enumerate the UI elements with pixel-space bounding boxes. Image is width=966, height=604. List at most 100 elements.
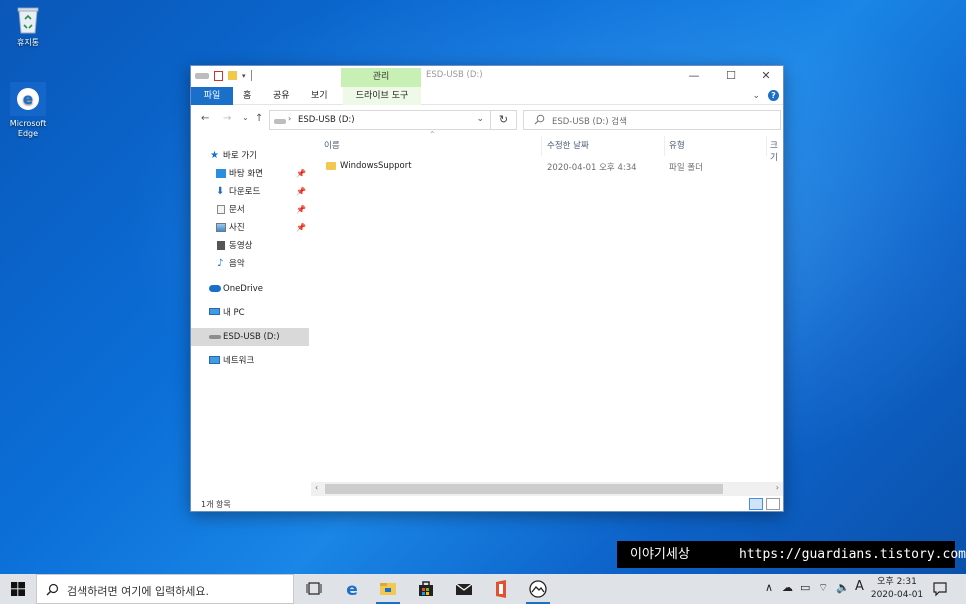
- tab-home[interactable]: 홈: [237, 87, 257, 105]
- horizontal-scrollbar[interactable]: ‹ ›: [311, 482, 783, 496]
- taskbar-search-placeholder: 검색하려면 여기에 입력하세요.: [67, 585, 210, 598]
- nav-music-label: 음악: [229, 259, 245, 269]
- navigation-pane: ★ 바로 가기 바탕 화면 📌 ⬇ 다운로드 📌 문서 📌 사진 📌 동영상 ♪…: [191, 136, 309, 491]
- table-row[interactable]: WindowsSupport 2020-04-01 오후 4:34 파일 폴더: [321, 160, 781, 174]
- ribbon-tabs: 파일 홈 공유 보기 드라이브 도구 ⌄ ?: [191, 87, 783, 105]
- pin-icon: 📌: [296, 187, 306, 196]
- star-icon: ★: [210, 150, 219, 161]
- onedrive-tray-icon[interactable]: ☁: [782, 581, 793, 594]
- watermark: 이야기세상 https://guardians.tistory.com: [617, 541, 966, 568]
- usb-drive-icon: [209, 335, 221, 339]
- close-button[interactable]: ✕: [749, 68, 783, 84]
- clock[interactable]: 오후 2:31 2020-04-01: [868, 576, 926, 602]
- office-taskbar-icon[interactable]: [489, 578, 513, 600]
- properties-icon[interactable]: [214, 70, 223, 81]
- qat-dropdown-icon[interactable]: ▾: [242, 72, 246, 80]
- nav-quick-access-label: 바로 가기: [223, 151, 257, 161]
- file-explorer-taskbar-icon[interactable]: [376, 578, 400, 604]
- edge-taskbar-icon[interactable]: e: [340, 578, 364, 600]
- search-box[interactable]: ESD-USB (D:) 검색: [523, 110, 781, 130]
- column-name[interactable]: 이름: [324, 139, 340, 151]
- store-taskbar-icon[interactable]: [414, 578, 438, 600]
- nav-quick-access[interactable]: ★ 바로 가기: [191, 147, 309, 165]
- nav-pictures[interactable]: 사진 📌: [191, 219, 309, 237]
- column-type[interactable]: 유형: [669, 139, 685, 151]
- details-view-icon[interactable]: [749, 498, 763, 510]
- windows-logo-icon: [11, 582, 25, 596]
- back-icon[interactable]: ←: [201, 113, 209, 124]
- expand-ribbon-icon[interactable]: ⌄: [752, 91, 760, 101]
- manage-context-tab[interactable]: 관리: [341, 68, 421, 87]
- tab-file[interactable]: 파일: [191, 87, 233, 105]
- column-divider[interactable]: [541, 136, 542, 156]
- search-icon: [46, 583, 59, 596]
- taskbar-search[interactable]: 검색하려면 여기에 입력하세요.: [36, 574, 294, 604]
- address-dropdown-icon[interactable]: ⌄: [476, 114, 484, 124]
- recent-dropdown-icon[interactable]: ⌄: [242, 113, 249, 122]
- column-divider[interactable]: [766, 136, 767, 156]
- nav-usb-drive[interactable]: ESD-USB (D:): [191, 328, 309, 346]
- title-bar: ▾ 관리 ESD-USB (D:) — ☐ ✕: [191, 66, 783, 87]
- photos-taskbar-icon[interactable]: [526, 578, 550, 604]
- new-folder-icon[interactable]: [228, 71, 237, 80]
- address-bar[interactable]: › ESD-USB (D:) ⌄: [269, 110, 491, 130]
- scroll-right-icon[interactable]: ›: [776, 483, 779, 492]
- nav-downloads[interactable]: ⬇ 다운로드 📌: [191, 183, 309, 201]
- tab-drive-tools[interactable]: 드라이브 도구: [343, 87, 421, 105]
- nav-documents[interactable]: 문서 📌: [191, 201, 309, 219]
- address-path: ESD-USB (D:): [298, 115, 355, 125]
- watermark-url: https://guardians.tistory.com: [739, 547, 966, 562]
- help-icon[interactable]: ?: [768, 90, 779, 101]
- file-date: 2020-04-01 오후 4:34: [547, 163, 637, 173]
- breadcrumb-chevron-icon[interactable]: ›: [288, 114, 291, 123]
- file-list: ⌃ 이름 수정한 날짜 유형 크기 WindowsSupport 2020-04…: [311, 130, 783, 482]
- large-icons-view-icon[interactable]: [766, 498, 780, 510]
- refresh-button[interactable]: ↻: [491, 110, 517, 130]
- nav-music[interactable]: ♪ 음악: [191, 255, 309, 273]
- forward-icon[interactable]: →: [223, 113, 231, 124]
- network-tray-icon[interactable]: ⌔: [818, 581, 828, 595]
- show-hidden-icons-icon[interactable]: ∧: [765, 581, 773, 594]
- recycle-bin-icon: [17, 7, 39, 34]
- edge-label: Microsoft Edge: [9, 119, 47, 138]
- notification-icon[interactable]: [932, 581, 948, 597]
- battery-tray-icon[interactable]: ▭: [800, 581, 810, 594]
- recycle-bin-label: 휴지통: [16, 38, 40, 47]
- task-view-icon[interactable]: [302, 578, 326, 600]
- nav-downloads-label: 다운로드: [229, 187, 261, 197]
- ribbon-right: ⌄ ?: [752, 90, 779, 101]
- tab-view[interactable]: 보기: [305, 87, 334, 105]
- scrollbar-thumb[interactable]: [325, 484, 723, 494]
- nav-desktop[interactable]: 바탕 화면 📌: [191, 165, 309, 183]
- svg-text:e: e: [23, 90, 33, 108]
- nav-this-pc[interactable]: 내 PC: [191, 304, 309, 322]
- ime-indicator[interactable]: A: [855, 579, 864, 594]
- nav-network[interactable]: 네트워크: [191, 352, 309, 370]
- volume-muted-icon[interactable]: 🔈: [836, 581, 850, 594]
- search-placeholder: ESD-USB (D:) 검색: [552, 117, 627, 127]
- nav-videos[interactable]: 동영상: [191, 237, 309, 255]
- scroll-left-icon[interactable]: ‹: [315, 483, 318, 492]
- mail-taskbar-icon[interactable]: [452, 578, 476, 600]
- tab-share[interactable]: 공유: [267, 87, 296, 105]
- edge-desktop-icon[interactable]: e Microsoft Edge: [0, 82, 56, 139]
- document-icon: [217, 205, 225, 214]
- computer-icon: [209, 308, 220, 315]
- pictures-icon: [216, 223, 226, 232]
- nav-videos-label: 동영상: [229, 241, 253, 251]
- edge-icon: e: [10, 82, 46, 116]
- start-button[interactable]: [0, 574, 36, 604]
- nav-onedrive[interactable]: OneDrive: [191, 280, 309, 298]
- file-explorer-window: ▾ 관리 ESD-USB (D:) — ☐ ✕ 파일 홈 공유 보기 드라이브 …: [190, 65, 784, 512]
- nav-this-pc-label: 내 PC: [223, 308, 245, 318]
- recycle-bin-desktop-icon[interactable]: 휴지통: [0, 5, 56, 48]
- up-icon[interactable]: ↑: [255, 113, 263, 124]
- minimize-button[interactable]: —: [677, 68, 711, 84]
- column-divider[interactable]: [664, 136, 665, 156]
- folder-icon: [326, 162, 336, 170]
- clock-date: 2020-04-01: [870, 590, 924, 600]
- column-date-modified[interactable]: 수정한 날짜: [547, 139, 589, 151]
- svg-text:e: e: [346, 580, 358, 600]
- music-note-icon: ♪: [217, 258, 224, 269]
- maximize-button[interactable]: ☐: [714, 68, 748, 84]
